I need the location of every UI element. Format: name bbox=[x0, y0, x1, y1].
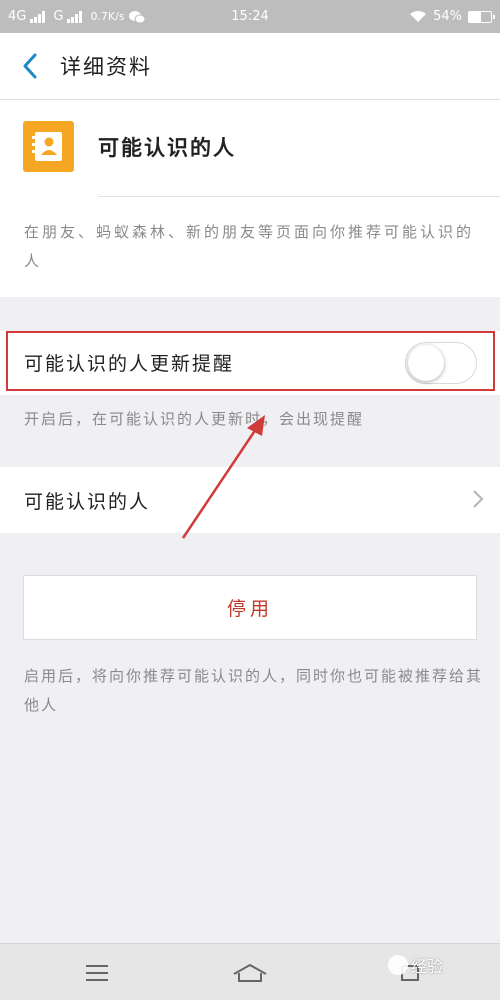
battery-icon bbox=[468, 10, 495, 23]
people-row-label: 可能认识的人 bbox=[24, 491, 151, 513]
reminder-label: 可能认识的人更新提醒 bbox=[24, 353, 235, 375]
divider bbox=[98, 196, 500, 197]
reminder-hint: 开启后，在可能认识的人更新时，会出现提醒 bbox=[24, 410, 365, 428]
watermark-text: 经验 bbox=[411, 957, 444, 976]
app-name: 可能认识的人 bbox=[98, 136, 236, 160]
reminder-setting-row[interactable]: 可能认识的人更新提醒 bbox=[0, 331, 500, 395]
watermark: 经验 bbox=[388, 953, 443, 977]
paw-logo-icon bbox=[388, 955, 408, 975]
toggle-knob bbox=[408, 345, 444, 381]
app-description: 在朋友、蚂蚁森林、新的朋友等页面向你推荐可能认识的人 bbox=[24, 223, 475, 270]
reminder-toggle[interactable] bbox=[405, 342, 477, 384]
back-button[interactable] bbox=[0, 33, 60, 100]
chevron-right-icon bbox=[473, 490, 484, 508]
nav-bar: 详细资料 bbox=[0, 33, 500, 100]
home-button[interactable] bbox=[210, 944, 290, 1000]
battery-fill bbox=[469, 11, 481, 22]
home-icon bbox=[233, 963, 267, 982]
disable-button[interactable]: 停用 bbox=[23, 575, 477, 640]
status-bar: 4G G 0.7K/s 15:24 54% bbox=[0, 0, 500, 33]
menu-icon bbox=[86, 964, 108, 981]
menu-button[interactable] bbox=[57, 944, 137, 1000]
contacts-icon bbox=[23, 121, 74, 172]
people-you-may-know-row[interactable]: 可能认识的人 bbox=[0, 467, 500, 533]
disable-hint: 启用后，将向你推荐可能认识的人，同时你也可能被推荐给其他人 bbox=[24, 667, 484, 714]
app-info-card: 可能认识的人 在朋友、蚂蚁森林、新的朋友等页面向你推荐可能认识的人 bbox=[0, 100, 500, 297]
page-title: 详细资料 bbox=[60, 55, 152, 79]
chevron-left-icon bbox=[23, 53, 37, 79]
status-time: 15:24 bbox=[231, 9, 269, 24]
